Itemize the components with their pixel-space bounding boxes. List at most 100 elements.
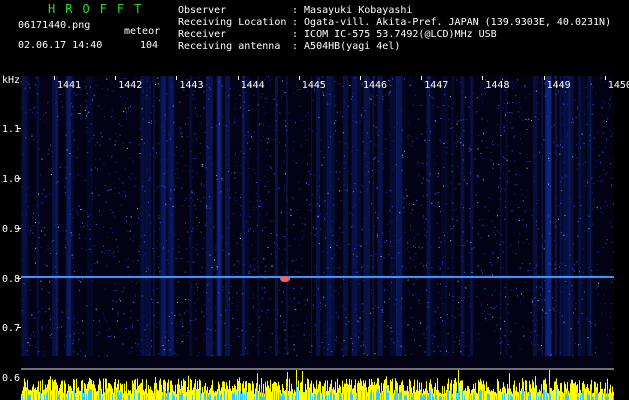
noise-speckle	[424, 337, 426, 339]
noise-speckle	[163, 135, 165, 137]
minute-label: 1445	[301, 80, 326, 91]
spectrum-bar	[111, 385, 112, 400]
spectrum-bar	[113, 392, 114, 400]
noise-speckle	[469, 208, 471, 210]
spectrum-bar	[581, 392, 582, 400]
noise-speckle	[251, 339, 253, 341]
noise-speckle	[574, 297, 576, 299]
spectrum-bar	[235, 385, 236, 400]
noise-speckle	[138, 217, 140, 219]
noise-speckle	[481, 117, 483, 119]
noise-speckle	[295, 270, 297, 272]
noise-speckle	[249, 133, 251, 135]
noise-speckle	[602, 246, 604, 248]
minute-label: 1450	[607, 80, 629, 91]
noise-speckle	[427, 326, 429, 328]
noise-speckle	[67, 310, 69, 312]
noise-speckle	[313, 280, 315, 282]
noise-speckle	[551, 353, 553, 355]
spectrum-bar	[467, 385, 468, 400]
noise-speckle	[86, 126, 88, 128]
noise-speckle	[181, 318, 183, 320]
noise-speckle	[343, 278, 345, 280]
noise-speckle	[240, 196, 242, 198]
spectrum-bar	[80, 390, 81, 400]
noise-speckle	[349, 84, 351, 86]
noise-speckle	[393, 126, 395, 128]
noise-speckle	[603, 132, 605, 134]
noise-speckle	[285, 144, 287, 146]
noise-speckle	[457, 308, 459, 310]
spectrum-bar	[385, 379, 386, 400]
noise-speckle	[191, 286, 193, 288]
noise-speckle	[158, 217, 160, 219]
noise-speckle	[557, 144, 559, 146]
noise-speckle	[364, 155, 366, 157]
noise-speckle	[141, 339, 143, 341]
minute-tick	[298, 76, 300, 80]
noise-speckle	[486, 304, 488, 306]
noise-speckle	[372, 307, 374, 309]
noise-speckle	[388, 93, 390, 95]
noise-speckle	[253, 230, 255, 232]
noise-speckle	[42, 114, 44, 116]
noise-speckle	[77, 332, 79, 334]
noise-speckle	[522, 296, 524, 298]
noise-streak	[322, 76, 327, 356]
noise-speckle	[534, 330, 536, 332]
noise-speckle	[205, 167, 207, 169]
noise-speckle	[181, 132, 183, 134]
noise-speckle	[467, 264, 469, 266]
noise-speckle	[429, 173, 431, 175]
noise-speckle	[391, 287, 393, 289]
noise-speckle	[400, 111, 402, 113]
noise-speckle	[324, 353, 326, 355]
noise-speckle	[115, 171, 117, 173]
spectrum-bar	[258, 391, 259, 400]
spectrum-bar	[507, 384, 508, 400]
spectrum-bar-cyan	[44, 394, 45, 400]
spectrum-bar-cyan	[118, 389, 119, 400]
noise-speckle	[336, 244, 338, 246]
spectrum-bar-cyan	[480, 389, 481, 400]
noise-speckle	[592, 208, 594, 210]
noise-speckle	[342, 355, 344, 357]
noise-streak	[168, 76, 174, 356]
noise-speckle	[488, 196, 490, 198]
noise-speckle	[254, 269, 256, 271]
spectrum-bar-cyan	[605, 391, 606, 400]
noise-speckle	[75, 94, 77, 96]
noise-speckle	[520, 189, 522, 191]
noise-speckle	[301, 238, 303, 240]
noise-speckle	[133, 235, 135, 237]
noise-speckle	[111, 156, 113, 158]
noise-speckle	[562, 113, 564, 115]
noise-speckle	[111, 335, 113, 337]
noise-speckle	[526, 161, 528, 163]
noise-speckle	[375, 156, 377, 158]
noise-speckle	[195, 318, 197, 320]
spectrum-bar	[584, 384, 585, 400]
noise-speckle	[554, 263, 556, 265]
noise-speckle	[105, 201, 107, 203]
noise-speckle	[573, 205, 575, 207]
noise-speckle	[385, 147, 387, 149]
noise-speckle	[207, 299, 209, 301]
noise-speckle	[425, 218, 427, 220]
noise-speckle	[501, 234, 503, 236]
spectrum-bar	[585, 388, 586, 400]
noise-speckle	[390, 149, 392, 151]
noise-speckle	[413, 245, 415, 247]
noise-speckle	[547, 124, 549, 126]
noise-speckle	[568, 155, 570, 157]
noise-speckle	[172, 247, 174, 249]
spectrum-bar-cyan	[277, 393, 278, 400]
noise-speckle	[142, 351, 144, 353]
noise-speckle	[90, 104, 92, 106]
noise-speckle	[482, 101, 484, 103]
noise-speckle	[79, 234, 81, 236]
spectrum-bar-cyan	[343, 393, 344, 400]
spectrum-bar	[348, 384, 349, 400]
spectrum-bar	[484, 384, 485, 400]
noise-speckle	[44, 355, 46, 357]
